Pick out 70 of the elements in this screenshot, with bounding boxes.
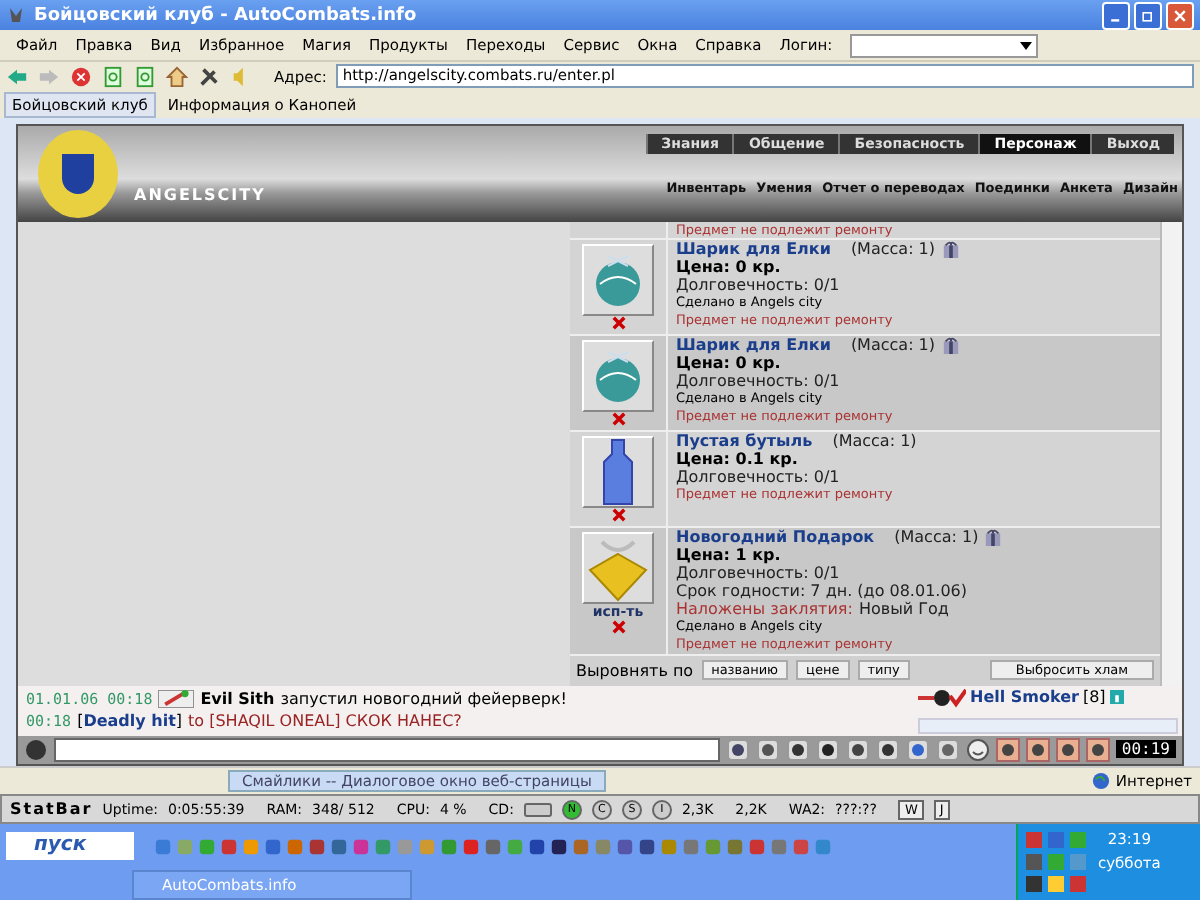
delete-icon[interactable]	[611, 411, 625, 426]
dropdown-arrow-icon	[1020, 39, 1033, 52]
chat-tool-icon[interactable]	[755, 737, 780, 762]
action-icon[interactable]	[1025, 737, 1050, 762]
globe-icon	[1091, 772, 1110, 791]
start-button[interactable]: пуск	[6, 832, 134, 860]
item-name[interactable]: Пустая бутыль	[676, 431, 813, 450]
chat-tool-icon[interactable]	[725, 737, 750, 762]
login-dropdown[interactable]	[850, 33, 1039, 58]
user-name[interactable]: Hell Smoker	[970, 688, 1079, 707]
site-logo-text: ANGELSCITY	[134, 185, 266, 204]
chat-tool-icon[interactable]	[815, 737, 840, 762]
action-icon[interactable]	[1055, 737, 1080, 762]
back-arrow-icon[interactable]	[6, 65, 28, 88]
item-price: Цена: 0.1 кр.	[676, 449, 798, 468]
item-name[interactable]: Шарик для Елки	[676, 335, 831, 354]
item-price: Цена: 0 кр.	[676, 257, 783, 276]
delete-icon[interactable]	[611, 507, 625, 522]
close-button[interactable]	[1166, 1, 1194, 30]
home-icon[interactable]	[166, 65, 188, 88]
item-picture[interactable]	[582, 339, 654, 412]
item-mass: (Масса: 1)	[832, 431, 917, 450]
message-text: запустил новогодний фейерверк!	[280, 689, 567, 708]
digital-clock: 00:19	[1115, 740, 1176, 759]
item-mass: (Масса: 1)	[894, 527, 979, 546]
delete-icon[interactable]	[611, 315, 625, 330]
sender-name[interactable]: [Deadly hit]	[77, 711, 183, 730]
scrollbar[interactable]	[1160, 221, 1182, 686]
chat-tool-icon[interactable]	[845, 737, 870, 762]
action-icon[interactable]	[995, 737, 1020, 762]
chat-input[interactable]	[54, 737, 720, 762]
restore-button[interactable]	[1134, 1, 1162, 30]
spell-label: Наложены заклятия:	[676, 599, 853, 618]
emblem-icon	[38, 129, 118, 218]
message-text: to [SHAQIL ONEAL] СКОК НАНЕС?	[188, 711, 462, 730]
restore-icon	[1140, 7, 1156, 24]
item-price: Цена: 1 кр.	[676, 545, 783, 564]
statbar-title: StatBar	[10, 800, 93, 819]
user-level: [8]	[1082, 688, 1106, 707]
chat-tool-icon[interactable]	[875, 737, 900, 762]
item-name[interactable]: Новогодний Подарок	[676, 527, 875, 546]
item-durability: Долговечность: 0/1	[676, 275, 842, 294]
item-name[interactable]: Шарик для Елки	[676, 239, 831, 258]
item-durability: Долговечность: 0/1	[676, 371, 842, 390]
item-picture[interactable]	[582, 243, 654, 316]
item-mass: (Масса: 1)	[850, 335, 936, 354]
item-mass: (Масса: 1)	[850, 239, 936, 258]
item-picture[interactable]	[582, 435, 654, 508]
drive-icon[interactable]	[523, 801, 552, 818]
tools-icon[interactable]	[198, 65, 220, 88]
scrollbar[interactable]	[918, 717, 1178, 734]
delete-icon[interactable]	[611, 619, 625, 634]
action-icon[interactable]	[1085, 737, 1110, 762]
minimize-button[interactable]	[1102, 1, 1130, 30]
item-durability: Долговечность: 0/1	[676, 467, 842, 486]
spell-name: Новый Год	[858, 599, 949, 618]
window-title: Бойцовский клуб - AutoCombats.info	[34, 5, 419, 26]
stop-icon[interactable]	[70, 65, 92, 88]
app-icon	[6, 5, 26, 26]
item-durability: Долговечность: 0/1	[676, 563, 842, 582]
item-picture[interactable]	[582, 531, 654, 604]
close-icon	[1172, 7, 1188, 24]
smiley-icon[interactable]	[965, 737, 990, 762]
info-icon[interactable]	[1109, 690, 1124, 705]
sort-label: Выровнять по	[576, 661, 694, 680]
chat-tool-icon[interactable]	[785, 737, 810, 762]
item-expiry: Срок годности: 7 дн. (до 08.01.06)	[676, 581, 969, 600]
item-price: Цена: 0 кр.	[676, 353, 783, 372]
forward-arrow-icon[interactable]	[38, 65, 60, 88]
sender-name[interactable]: Evil Sith	[200, 689, 275, 708]
